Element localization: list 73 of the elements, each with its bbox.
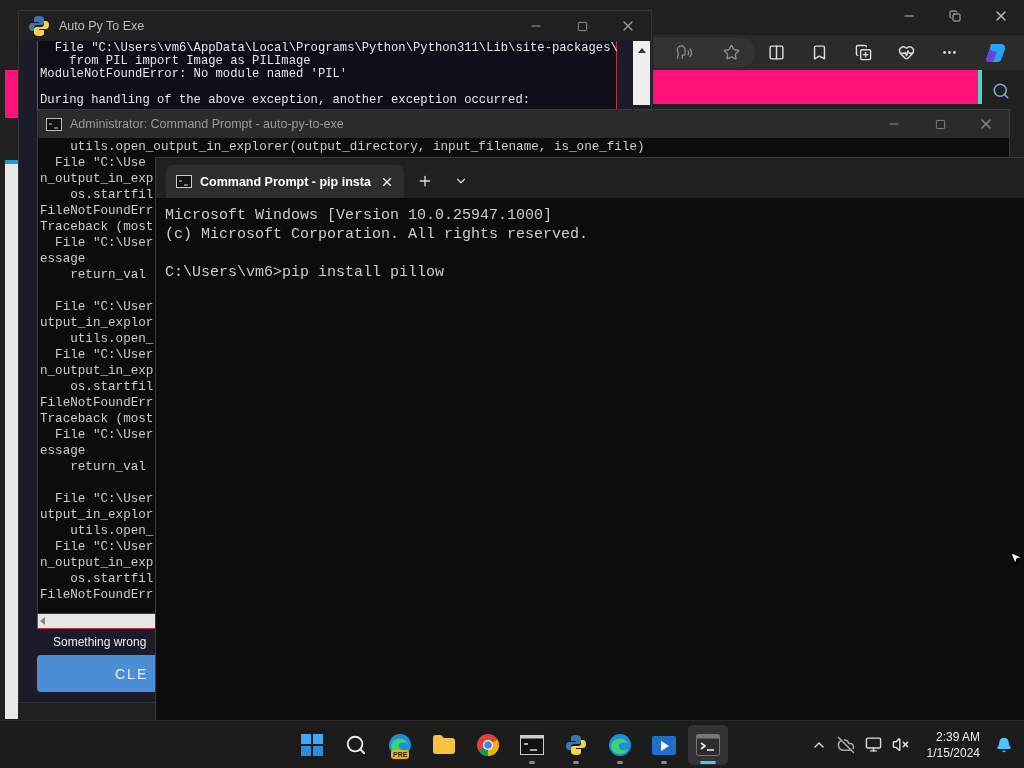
windows-logo-icon bbox=[301, 733, 323, 756]
window-title: Auto Py To Exe bbox=[59, 19, 146, 33]
swirl-logo-icon bbox=[608, 732, 632, 757]
clock-time[interactable]: 2:39 AM bbox=[935, 728, 980, 745]
bell-icon[interactable] bbox=[996, 736, 1012, 753]
console-line: File "C:\User bbox=[54, 427, 154, 443]
running-indicator bbox=[573, 760, 579, 764]
console-line: FileNotFoundErr bbox=[40, 587, 154, 603]
mute-icon[interactable] bbox=[891, 736, 909, 753]
scroll-up-icon[interactable] bbox=[636, 46, 647, 54]
console-line: File "C:\Use bbox=[54, 155, 146, 171]
terminal-tab[interactable]: Command Prompt - pip insta bbox=[166, 165, 404, 198]
console-line: FileNotFoundErr bbox=[40, 395, 154, 411]
running-indicator bbox=[529, 760, 535, 764]
console-icon bbox=[46, 117, 62, 131]
read-aloud-icon[interactable] bbox=[676, 44, 693, 61]
console-line: FileNotFoundErr bbox=[40, 203, 154, 219]
status-message: Something wrong bbox=[53, 635, 148, 649]
console-line: Traceback (most bbox=[40, 411, 154, 427]
console-line: File "C:\User bbox=[54, 539, 154, 555]
console-line: utput_in_explor bbox=[40, 507, 154, 523]
console-line: utils.open_output_in_explorer(output_directory, input_filename, is_one_file) bbox=[69, 139, 645, 155]
chrome-logo-icon bbox=[476, 732, 500, 757]
console-line: File "C:\User bbox=[54, 491, 154, 507]
search-icon bbox=[345, 733, 367, 756]
python-logo-icon bbox=[564, 732, 588, 757]
console-line: During handling of the above exception, another exception occurred: bbox=[40, 94, 531, 107]
clock-date[interactable]: 1/15/2024 bbox=[926, 744, 980, 761]
network-icon[interactable] bbox=[864, 736, 882, 753]
console-line: essage bbox=[40, 443, 86, 459]
terminal-icon bbox=[696, 733, 720, 756]
maximize-icon bbox=[576, 20, 588, 32]
console-line: utput_in_explor bbox=[40, 315, 154, 331]
console-line: n_output_in_exp bbox=[40, 555, 154, 571]
taskbar-app[interactable] bbox=[688, 724, 728, 765]
console-line: return_val bbox=[69, 459, 146, 475]
cloud-off-icon[interactable] bbox=[836, 735, 855, 754]
console-line: File "C:\User bbox=[54, 235, 154, 251]
terminal-line: C:\Users\vm6>pip install pillow bbox=[165, 263, 445, 282]
console-icon bbox=[176, 175, 192, 188]
running-indicator bbox=[661, 760, 667, 764]
console-line: os.startfil bbox=[69, 379, 154, 395]
console-line: return_val bbox=[69, 267, 146, 283]
console-line: Traceback (most bbox=[40, 219, 154, 235]
console-icon bbox=[520, 734, 544, 755]
console-line: ModuleNotFoundError: No module named 'PIL' bbox=[40, 68, 348, 81]
running-indicator bbox=[700, 760, 716, 764]
heart-pulse-icon[interactable] bbox=[898, 44, 916, 61]
console-line: File "C:\User bbox=[54, 347, 154, 363]
console-line: utils.open_ bbox=[69, 331, 154, 347]
console-line: n_output_in_exp bbox=[40, 363, 154, 379]
python-logo-icon bbox=[27, 14, 51, 38]
logo-icon[interactable] bbox=[984, 41, 1007, 64]
console-line: n_output_in_exp bbox=[40, 171, 154, 187]
console-line: os.startfil bbox=[69, 187, 154, 203]
console-line: File "C:\User bbox=[54, 299, 154, 315]
maximize-icon bbox=[934, 118, 946, 130]
console-line: from PIL import Image as PILImage bbox=[68, 55, 311, 68]
console-line: utils.open_ bbox=[69, 523, 154, 539]
scroll-left-icon[interactable] bbox=[38, 616, 48, 626]
split-screen-icon[interactable] bbox=[768, 44, 786, 61]
star-icon[interactable] bbox=[723, 44, 740, 61]
restore-icon bbox=[949, 10, 961, 22]
window-title: Administrator: Command Prompt - auto-py-to-exe bbox=[70, 117, 345, 131]
console-line: os.startfil bbox=[69, 571, 154, 587]
console-line: essage bbox=[40, 251, 86, 267]
terminal-line: Microsoft Windows [Version 10.0.25947.1000] bbox=[165, 206, 553, 225]
folder-icon bbox=[432, 732, 456, 757]
running-indicator bbox=[617, 760, 623, 764]
search-icon[interactable] bbox=[992, 82, 1010, 100]
copy-plus-icon[interactable] bbox=[854, 44, 872, 61]
plus-icon bbox=[417, 173, 433, 189]
terminal-line: (c) Microsoft Corporation. All rights reserved. bbox=[165, 225, 589, 244]
